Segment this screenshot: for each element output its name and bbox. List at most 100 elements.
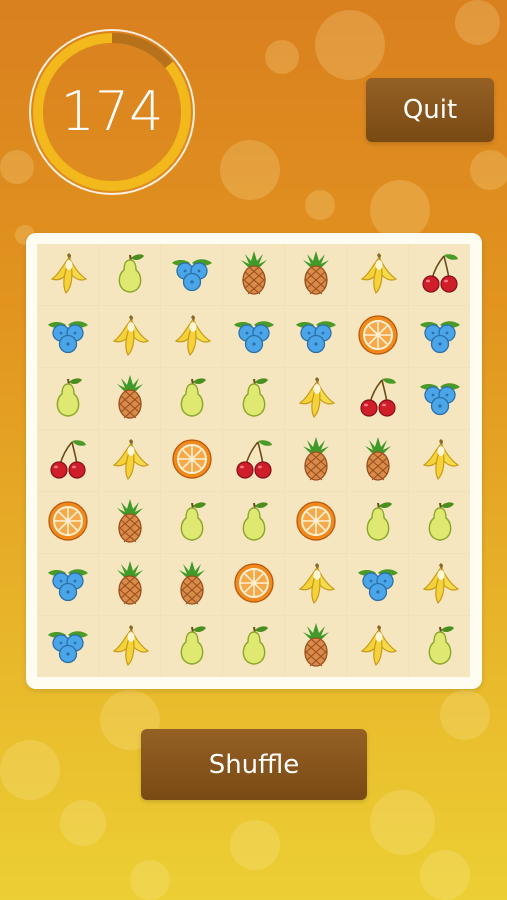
pineapple-icon xyxy=(168,559,216,611)
tile-pear[interactable] xyxy=(161,368,223,430)
pineapple-icon xyxy=(292,249,340,301)
tile-pear[interactable] xyxy=(161,616,223,677)
tile-orange[interactable] xyxy=(285,492,347,554)
tile-pear[interactable] xyxy=(223,616,285,677)
pineapple-icon xyxy=(292,621,340,673)
tile-pineapple[interactable] xyxy=(347,430,409,492)
tile-blueberry[interactable] xyxy=(161,244,223,306)
banana-icon xyxy=(44,249,92,301)
tile-blueberry[interactable] xyxy=(409,306,470,368)
banana-icon xyxy=(106,311,154,363)
tile-pear[interactable] xyxy=(37,368,99,430)
tile-pineapple[interactable] xyxy=(99,368,161,430)
tile-orange[interactable] xyxy=(347,306,409,368)
banana-icon xyxy=(354,621,402,673)
blueberry-icon xyxy=(44,621,92,673)
tile-cherry[interactable] xyxy=(37,430,99,492)
tile-banana[interactable] xyxy=(347,244,409,306)
tile-banana[interactable] xyxy=(285,368,347,430)
cherry-icon xyxy=(354,373,402,425)
tile-orange[interactable] xyxy=(223,554,285,616)
pear-icon xyxy=(230,621,278,673)
tile-banana[interactable] xyxy=(409,554,470,616)
banana-icon xyxy=(416,435,464,487)
tile-banana[interactable] xyxy=(409,430,470,492)
tile-pear[interactable] xyxy=(161,492,223,554)
pineapple-icon xyxy=(106,373,154,425)
tile-blueberry[interactable] xyxy=(347,554,409,616)
tile-blueberry[interactable] xyxy=(37,616,99,677)
tile-orange[interactable] xyxy=(161,430,223,492)
orange-icon xyxy=(292,497,340,549)
blueberry-icon xyxy=(230,311,278,363)
pineapple-icon xyxy=(106,559,154,611)
pear-icon xyxy=(416,621,464,673)
tile-blueberry[interactable] xyxy=(223,306,285,368)
blueberry-icon xyxy=(416,311,464,363)
shuffle-button[interactable]: Shuffle xyxy=(141,729,367,800)
banana-icon xyxy=(106,435,154,487)
tile-banana[interactable] xyxy=(99,430,161,492)
tile-pear[interactable] xyxy=(347,492,409,554)
tile-cherry[interactable] xyxy=(409,244,470,306)
tile-grid xyxy=(37,244,471,678)
blueberry-icon xyxy=(416,373,464,425)
cherry-icon xyxy=(230,435,278,487)
banana-icon xyxy=(354,249,402,301)
tile-blueberry[interactable] xyxy=(37,554,99,616)
tile-pineapple[interactable] xyxy=(285,430,347,492)
game-board xyxy=(26,233,482,689)
tile-banana[interactable] xyxy=(37,244,99,306)
tile-pineapple[interactable] xyxy=(99,554,161,616)
banana-icon xyxy=(416,559,464,611)
pear-icon xyxy=(230,373,278,425)
tile-banana[interactable] xyxy=(99,616,161,677)
pear-icon xyxy=(230,497,278,549)
banana-icon xyxy=(292,373,340,425)
tile-pineapple[interactable] xyxy=(285,244,347,306)
tile-pineapple[interactable] xyxy=(285,616,347,677)
tile-pear[interactable] xyxy=(223,492,285,554)
tile-pineapple[interactable] xyxy=(161,554,223,616)
pear-icon xyxy=(354,497,402,549)
tile-pineapple[interactable] xyxy=(223,244,285,306)
tile-blueberry[interactable] xyxy=(409,368,470,430)
tile-pear[interactable] xyxy=(223,368,285,430)
tile-cherry[interactable] xyxy=(347,368,409,430)
tile-pear[interactable] xyxy=(409,492,470,554)
pear-icon xyxy=(44,373,92,425)
pineapple-icon xyxy=(354,435,402,487)
banana-icon xyxy=(292,559,340,611)
tile-banana[interactable] xyxy=(285,554,347,616)
tile-pineapple[interactable] xyxy=(99,492,161,554)
banana-icon xyxy=(168,311,216,363)
orange-icon xyxy=(44,497,92,549)
pineapple-icon xyxy=(292,435,340,487)
orange-icon xyxy=(354,311,402,363)
blueberry-icon xyxy=(44,311,92,363)
tile-blueberry[interactable] xyxy=(37,306,99,368)
tile-banana[interactable] xyxy=(99,306,161,368)
blueberry-icon xyxy=(354,559,402,611)
orange-icon xyxy=(168,435,216,487)
pear-icon xyxy=(168,497,216,549)
timer-value: 174 xyxy=(60,80,164,143)
tile-pear[interactable] xyxy=(409,616,470,677)
tile-banana[interactable] xyxy=(347,616,409,677)
tile-banana[interactable] xyxy=(161,306,223,368)
tile-orange[interactable] xyxy=(37,492,99,554)
quit-button[interactable]: Quit xyxy=(366,78,494,142)
banana-icon xyxy=(106,621,154,673)
pear-icon xyxy=(168,373,216,425)
pear-icon xyxy=(416,497,464,549)
pineapple-icon xyxy=(106,497,154,549)
blueberry-icon xyxy=(168,249,216,301)
tile-cherry[interactable] xyxy=(223,430,285,492)
orange-icon xyxy=(230,559,278,611)
tile-pear[interactable] xyxy=(99,244,161,306)
tile-blueberry[interactable] xyxy=(285,306,347,368)
cherry-icon xyxy=(44,435,92,487)
countdown-timer: 174 xyxy=(26,26,198,198)
pineapple-icon xyxy=(230,249,278,301)
blueberry-icon xyxy=(44,559,92,611)
